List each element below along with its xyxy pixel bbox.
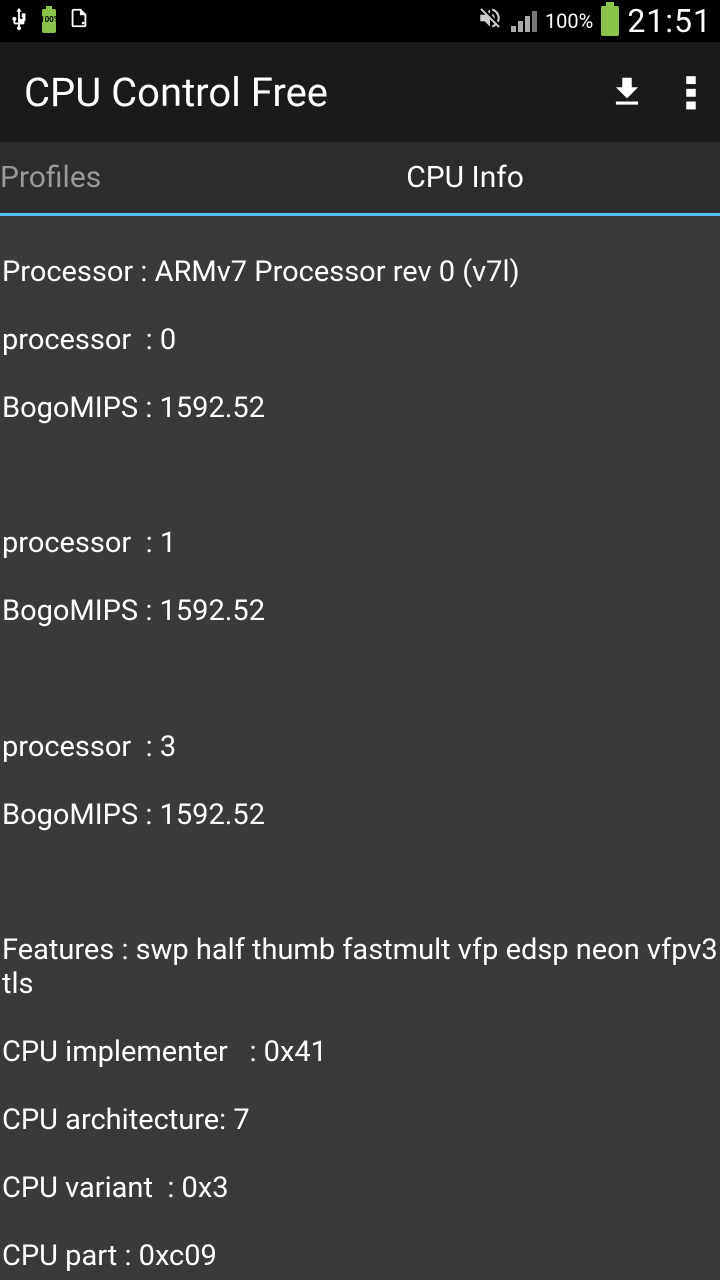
overflow-menu-icon[interactable] [686,73,696,111]
cpu-line [2,459,718,493]
cpu-line: BogoMIPS : 1592.52 [2,392,718,426]
document-icon [68,5,90,37]
usb-icon [8,4,30,38]
app-actions [608,73,696,111]
status-bar: 100% 100% 21:51 [0,0,720,42]
download-icon[interactable] [608,73,646,111]
status-left: 100% [8,4,90,38]
cpu-line: CPU part : 0xc09 [2,1240,718,1274]
cpu-line: CPU architecture: 7 [2,1104,718,1138]
battery-icon [601,6,619,36]
mute-icon [477,5,503,37]
cpu-line: CPU implementer : 0x41 [2,1036,718,1070]
tab-cpu-info-label: CPU Info [214,142,716,213]
cpu-line: BogoMIPS : 1592.52 [2,799,718,833]
tab-bar: Profiles CPU Info [0,142,720,216]
app-title: CPU Control Free [24,69,328,116]
clock-text: 21:51 [627,2,712,40]
cpu-info-content: Processor : ARMv7 Processor rev 0 (v7l) … [0,216,720,1280]
cpu-line: Processor : ARMv7 Processor rev 0 (v7l) [2,256,718,290]
status-right: 100% 21:51 [477,2,712,40]
app-bar: CPU Control Free [0,42,720,142]
battery-percent-text: 100% [545,9,593,33]
cpu-line: processor : 3 [2,731,718,765]
battery-small-icon: 100% [42,9,56,33]
cpu-line: CPU variant : 0x3 [2,1172,718,1206]
tab-cpu-info[interactable]: CPU Info [210,142,720,213]
battery-small-label: 100% [40,15,60,24]
tab-profiles-label: Profiles [0,160,101,195]
cpu-line: BogoMIPS : 1592.52 [2,595,718,629]
tab-profiles[interactable]: Profiles [0,142,210,213]
cpu-line: processor : 0 [2,324,718,358]
cpu-line: Features : swp half thumb fastmult vfp e… [2,934,718,1002]
signal-icon [511,10,537,32]
cpu-line [2,663,718,697]
cpu-line [2,867,718,901]
cpu-line: processor : 1 [2,527,718,561]
